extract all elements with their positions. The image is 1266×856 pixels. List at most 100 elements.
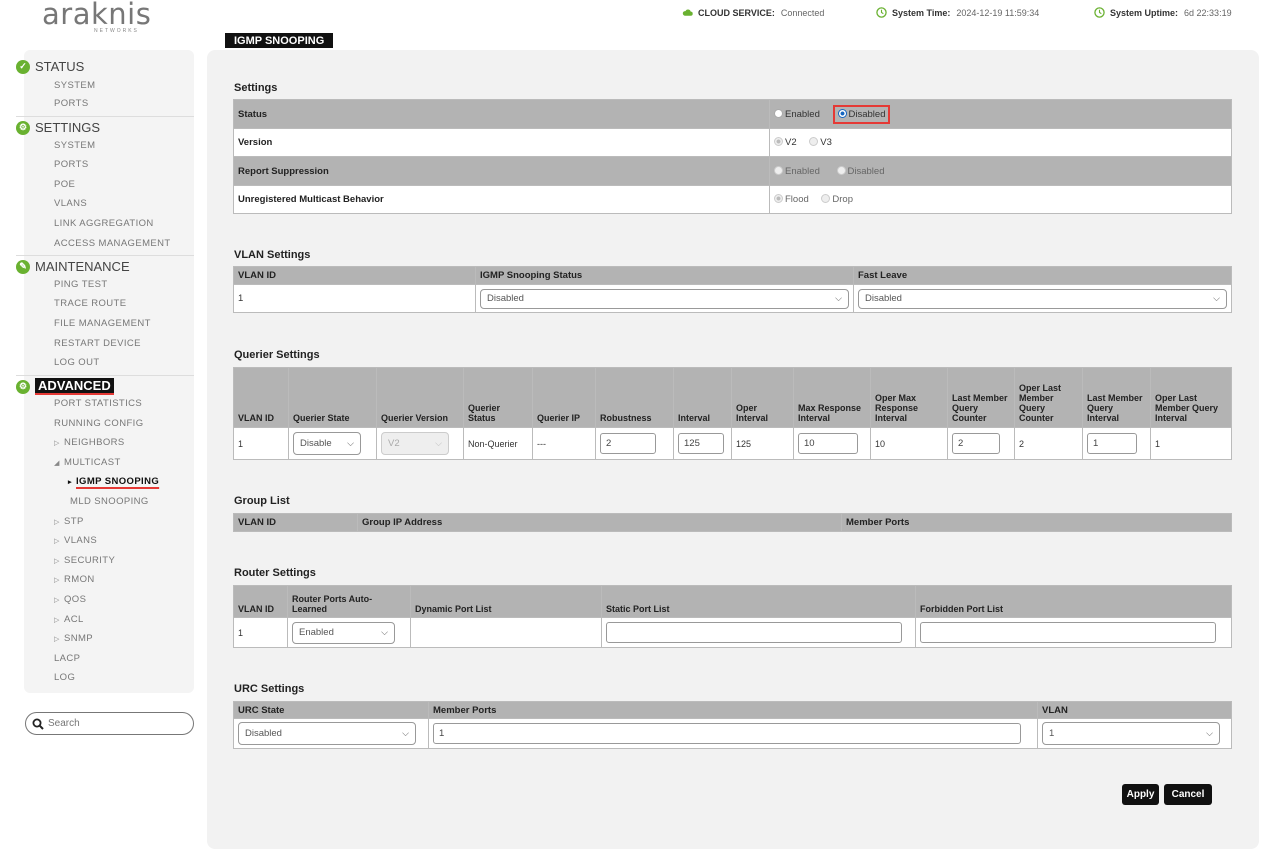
sidebar-item-multicast[interactable]: ◢ MULTICAST bbox=[54, 457, 121, 468]
sidebar-item-rmon[interactable]: ▷ RMON bbox=[54, 574, 95, 585]
sidebar-item-ping-test[interactable]: PING TEST bbox=[54, 279, 108, 290]
status-label: Status bbox=[233, 99, 770, 129]
vlan-id-cell: 1 bbox=[233, 284, 476, 313]
page-title: IGMP SNOOPING bbox=[225, 33, 334, 48]
search-input[interactable] bbox=[48, 718, 178, 729]
sidebar-item-label: RMON bbox=[64, 574, 95, 585]
check-icon: ✓ bbox=[16, 59, 30, 74]
lmq-counter-input[interactable]: 2 bbox=[952, 433, 1000, 454]
robustness-input[interactable]: 2 bbox=[600, 433, 656, 454]
sidebar-item-qos[interactable]: ▷ QOS bbox=[54, 594, 86, 605]
table-header-row: VLAN ID Router Ports Auto-Learned Dynami… bbox=[233, 585, 1232, 618]
sidebar-item-status-ports[interactable]: PORTS bbox=[54, 98, 89, 109]
oper-lmq-interval-cell: 1 bbox=[1150, 427, 1232, 460]
report-enabled-radio[interactable]: Enabled bbox=[774, 165, 820, 177]
status-enabled-radio[interactable]: Enabled bbox=[774, 108, 820, 120]
sidebar-item-neighbors[interactable]: ▷ NEIGHBORS bbox=[54, 437, 125, 448]
column-header: VLAN bbox=[1037, 701, 1232, 719]
radio-icon bbox=[774, 108, 783, 118]
gear-icon: ⚙ bbox=[16, 120, 30, 135]
column-header: Last Member Query Counter bbox=[947, 367, 1015, 428]
cloud-service-value: Connected bbox=[780, 7, 825, 18]
querier-state-cell: Disable ⌵ bbox=[288, 427, 377, 460]
sidebar-item-poe[interactable]: POE bbox=[54, 179, 75, 190]
fast-leave-select[interactable]: Disabled ⌵ bbox=[858, 288, 1227, 309]
querier-version-cell: V2 ⌵ bbox=[376, 427, 464, 460]
sidebar-item-status-system[interactable]: SYSTEM bbox=[54, 80, 95, 91]
snooping-status-select[interactable]: Disabled ⌵ bbox=[480, 288, 849, 309]
divider bbox=[16, 375, 194, 376]
oper-interval-cell: 125 bbox=[731, 427, 794, 460]
urc-vlan-cell: 1 ⌵ bbox=[1037, 718, 1232, 749]
sidebar-item-igmp-snooping[interactable]: ▸ IGMP SNOOPING bbox=[68, 476, 159, 487]
version-v3-radio[interactable]: V3 bbox=[809, 137, 832, 148]
sidebar-item-stp[interactable]: ▷ STP bbox=[54, 516, 84, 527]
forbidden-port-list-cell bbox=[915, 617, 1232, 648]
version-v2-radio[interactable]: V2 bbox=[774, 137, 797, 148]
app-root: araknis NETWORKS CLOUD SERVICE: Connecte… bbox=[0, 0, 1266, 856]
static-port-list-input[interactable] bbox=[606, 622, 902, 643]
urc-settings-heading: URC Settings bbox=[234, 683, 305, 695]
sidebar bbox=[24, 50, 194, 693]
forbidden-port-list-input[interactable] bbox=[920, 622, 1216, 643]
sidebar-item-link-aggregation[interactable]: LINK AGGREGATION bbox=[54, 218, 154, 229]
sidebar-item-adv-vlans[interactable]: ▷ VLANS bbox=[54, 535, 97, 546]
sidebar-item-log[interactable]: LOG bbox=[54, 672, 75, 683]
report-suppression-row: Report Suppression Enabled Disabled bbox=[233, 156, 1232, 186]
auto-learned-select[interactable]: Enabled ⌵ bbox=[292, 621, 395, 644]
column-header: Group IP Address bbox=[357, 513, 842, 532]
unreg-drop-radio[interactable]: Drop bbox=[821, 194, 853, 205]
sidebar-item-port-statistics[interactable]: PORT STATISTICS bbox=[54, 398, 142, 409]
table-header-row: URC State Member Ports VLAN bbox=[233, 701, 1232, 719]
system-time: System Time: 2024-12-19 11:59:34 bbox=[876, 7, 1039, 18]
column-header: Forbidden Port List bbox=[915, 585, 1232, 618]
column-header: VLAN ID bbox=[233, 585, 288, 618]
column-header: IGMP Snooping Status bbox=[475, 266, 854, 285]
sidebar-item-vlans[interactable]: VLANS bbox=[54, 198, 87, 209]
column-header: Last Member Query Interval bbox=[1082, 367, 1151, 428]
search-box[interactable] bbox=[25, 712, 194, 735]
sidebar-item-running-config[interactable]: RUNNING CONFIG bbox=[54, 418, 144, 429]
sidebar-item-access-management[interactable]: ACCESS MANAGEMENT bbox=[54, 238, 171, 249]
group-list-heading: Group List bbox=[234, 495, 290, 507]
member-ports-input[interactable]: 1 bbox=[433, 723, 1021, 744]
sidebar-item-file-management[interactable]: FILE MANAGEMENT bbox=[54, 318, 151, 329]
querier-ip-cell: --- bbox=[532, 427, 596, 460]
querier-version-select[interactable]: V2 ⌵ bbox=[381, 432, 449, 455]
radio-label: Flood bbox=[785, 194, 809, 205]
lmq-interval-input[interactable]: 1 bbox=[1087, 433, 1137, 454]
sidebar-item-log-out[interactable]: LOG OUT bbox=[54, 357, 100, 368]
report-disabled-radio[interactable]: Disabled bbox=[836, 165, 884, 177]
sidebar-item-restart-device[interactable]: RESTART DEVICE bbox=[54, 338, 141, 349]
sidebar-item-trace-route[interactable]: TRACE ROUTE bbox=[54, 298, 127, 309]
sidebar-item-acl[interactable]: ▷ ACL bbox=[54, 614, 84, 625]
urc-state-select[interactable]: Disabled ⌵ bbox=[238, 722, 416, 745]
interval-input[interactable]: 125 bbox=[678, 433, 724, 454]
araknis-logo[interactable]: araknis NETWORKS bbox=[42, 0, 162, 34]
sidebar-section-advanced[interactable]: ⚙ ADVANCED bbox=[16, 378, 114, 395]
querier-state-select[interactable]: Disable ⌵ bbox=[293, 432, 361, 455]
radio-label: Drop bbox=[832, 194, 853, 205]
sidebar-item-mld-snooping[interactable]: MLD SNOOPING bbox=[70, 496, 149, 507]
sidebar-item-snmp[interactable]: ▷ SNMP bbox=[54, 633, 93, 644]
radio-checked-icon bbox=[837, 108, 847, 118]
unreg-flood-radio[interactable]: Flood bbox=[774, 194, 809, 205]
sidebar-item-security[interactable]: ▷ SECURITY bbox=[54, 555, 115, 566]
urc-vlan-select[interactable]: 1 ⌵ bbox=[1042, 722, 1220, 745]
status-disabled-radio[interactable]: Disabled bbox=[832, 104, 891, 124]
sidebar-section-maintenance[interactable]: ✎ MAINTENANCE bbox=[16, 259, 130, 274]
system-uptime-label: System Uptime: bbox=[1110, 7, 1179, 18]
chevron-right-icon: ▷ bbox=[54, 617, 60, 624]
apply-button[interactable]: Apply bbox=[1122, 784, 1159, 805]
sidebar-item-settings-ports[interactable]: PORTS bbox=[54, 159, 89, 170]
max-response-input[interactable]: 10 bbox=[798, 433, 858, 454]
sidebar-section-settings[interactable]: ⚙ SETTINGS bbox=[16, 120, 100, 135]
sidebar-section-status[interactable]: ✓ STATUS bbox=[16, 59, 84, 74]
sidebar-item-lacp[interactable]: LACP bbox=[54, 653, 80, 664]
sidebar-item-settings-system[interactable]: SYSTEM bbox=[54, 140, 95, 151]
dynamic-port-list-cell bbox=[410, 617, 602, 648]
member-ports-cell: 1 bbox=[428, 718, 1038, 749]
system-time-label: System Time: bbox=[892, 7, 951, 18]
radio-label: Enabled bbox=[785, 108, 820, 120]
cancel-button[interactable]: Cancel bbox=[1164, 784, 1212, 805]
